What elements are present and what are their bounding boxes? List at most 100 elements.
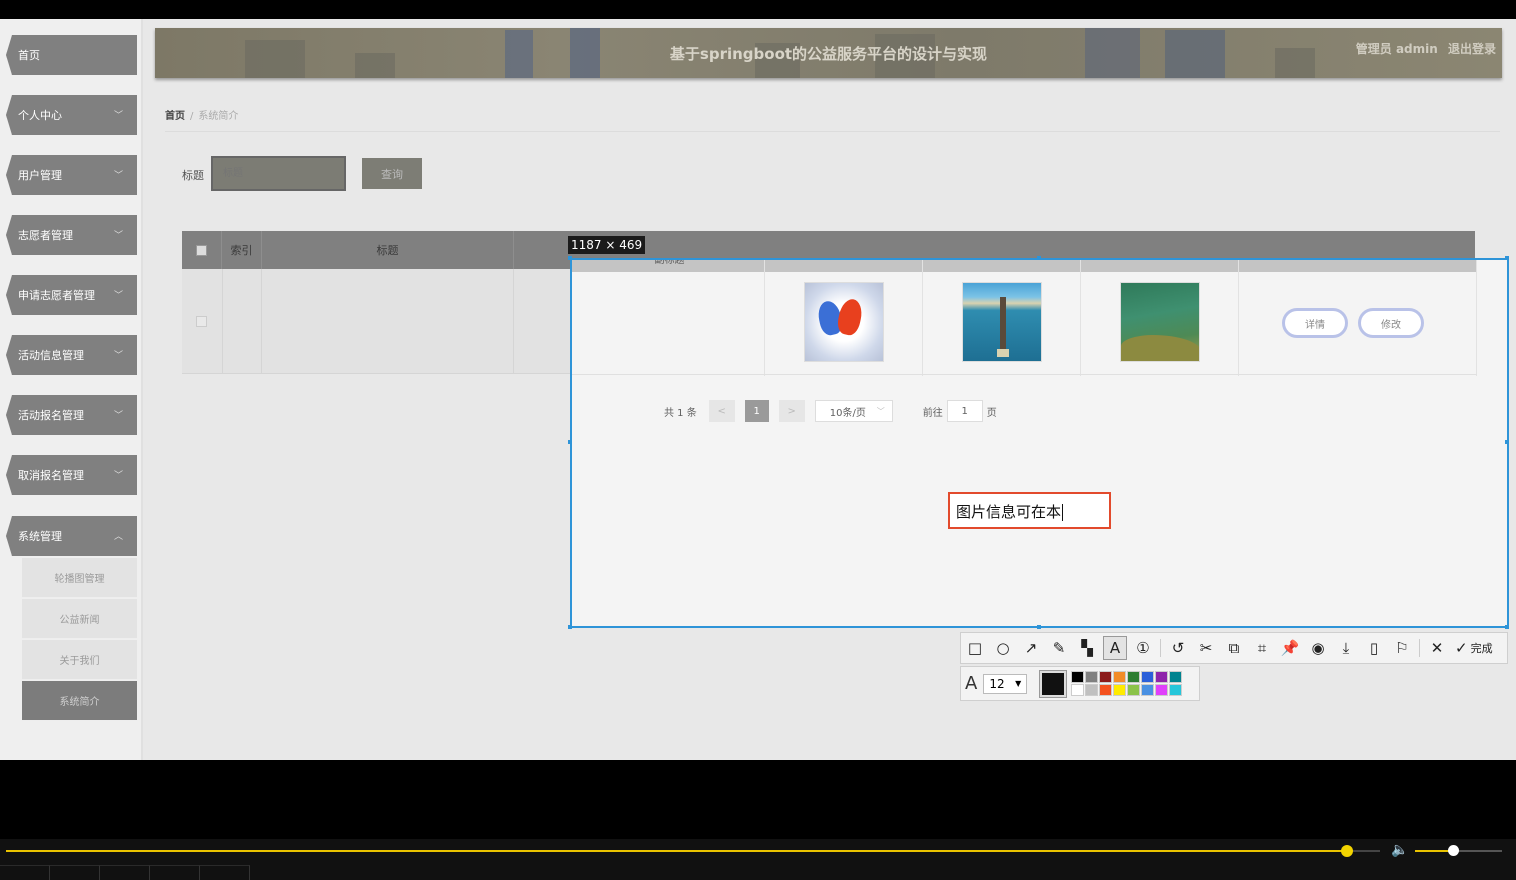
- progress-handle[interactable]: [1341, 845, 1354, 857]
- ellipse-tool-icon[interactable]: ○: [989, 634, 1017, 662]
- goto-page-input[interactable]: 1: [946, 400, 983, 422]
- color-swatch[interactable]: [1155, 684, 1169, 696]
- player-tab[interactable]: [100, 865, 150, 880]
- sidebar-subitem-about[interactable]: 关于我们: [22, 640, 137, 680]
- text-annotation-input[interactable]: 图片信息可在本: [948, 492, 1111, 529]
- page-size-select[interactable]: 10条/页 ﹀: [814, 400, 893, 422]
- color-swatch[interactable]: [1071, 684, 1085, 696]
- color-swatch[interactable]: [1127, 671, 1141, 683]
- resize-handle[interactable]: [1505, 256, 1509, 260]
- color-swatch[interactable]: [1085, 671, 1099, 683]
- resize-handle[interactable]: [568, 440, 572, 444]
- row-checkbox[interactable]: [196, 316, 207, 327]
- color-swatch[interactable]: [1071, 671, 1085, 683]
- mosaic-tool-icon[interactable]: ▚: [1073, 634, 1101, 662]
- player-tab[interactable]: [200, 865, 250, 880]
- color-swatch[interactable]: [1169, 671, 1183, 683]
- pagination: 共 1 条 < 1 > 10条/页 ﹀ 前往 1 页: [664, 400, 997, 422]
- resize-handle[interactable]: [1505, 440, 1509, 444]
- sidebar-item-home[interactable]: 首页: [6, 35, 137, 75]
- volume-icon[interactable]: 🔈: [1391, 842, 1408, 858]
- detail-button[interactable]: 详情: [1282, 308, 1348, 338]
- sidebar-subitem-news[interactable]: 公益新闻: [22, 599, 137, 639]
- color-swatch[interactable]: [1113, 671, 1127, 683]
- search-input[interactable]: [211, 156, 346, 191]
- resize-handle[interactable]: [568, 625, 572, 629]
- sidebar-item-registrations[interactable]: 活动报名管理 ﹀: [6, 395, 137, 435]
- download-icon[interactable]: ⤓: [1332, 634, 1360, 662]
- player-tab[interactable]: [0, 865, 50, 880]
- sidebar-item-label: 个人中心: [18, 109, 62, 122]
- sidebar-item-personal-center[interactable]: 个人中心 ﹀: [6, 95, 137, 135]
- done-button[interactable]: ✓ 完成: [1455, 639, 1493, 657]
- sidebar-item-volunteers[interactable]: 志愿者管理 ﹀: [6, 215, 137, 255]
- pen-tool-icon[interactable]: ✎: [1045, 634, 1073, 662]
- color-swatch[interactable]: [1127, 684, 1141, 696]
- sidebar-item-label: 关于我们: [59, 656, 100, 667]
- current-color-swatch[interactable]: [1039, 669, 1068, 698]
- select-all-checkbox[interactable]: [182, 231, 222, 269]
- player-tab[interactable]: [50, 865, 100, 880]
- edit-button[interactable]: 修改: [1358, 308, 1424, 338]
- page-size-value: 10条/页: [829, 407, 866, 419]
- color-swatch[interactable]: [1141, 684, 1155, 696]
- font-size-select[interactable]: 12 ▼: [983, 673, 1028, 694]
- breadcrumb-home[interactable]: 首页: [165, 111, 185, 122]
- ocr-icon[interactable]: ⌗: [1248, 634, 1276, 662]
- chevron-up-icon: ︿: [113, 532, 123, 542]
- capture-selection[interactable]: 副标题 详情 修改 共 1 条 < 1 > 10条/页 ﹀ 前往 1 页 图片信…: [570, 258, 1509, 628]
- search-button[interactable]: 查询: [362, 158, 422, 189]
- number-tool-icon[interactable]: ①: [1129, 634, 1157, 662]
- image-thumbnail[interactable]: [962, 282, 1042, 362]
- translate-icon[interactable]: ⧉: [1220, 634, 1248, 662]
- color-swatch[interactable]: [1169, 684, 1183, 696]
- column-header: 索引: [222, 231, 262, 269]
- pin-icon[interactable]: 📌: [1276, 634, 1304, 662]
- logout-link[interactable]: 退出登录: [1448, 42, 1496, 56]
- bookmark-icon[interactable]: ⚐: [1388, 634, 1416, 662]
- volume-handle[interactable]: [1448, 845, 1460, 856]
- chevron-down-icon: ﹀: [113, 231, 123, 241]
- annotation-text: 图片信息可在本: [956, 503, 1062, 521]
- close-icon[interactable]: ✕: [1423, 634, 1451, 662]
- text-caret: [1062, 504, 1064, 521]
- sidebar-item-label: 用户管理: [18, 169, 62, 182]
- sidebar-item-cancellations[interactable]: 取消报名管理 ﹀: [6, 455, 137, 495]
- prev-page-button[interactable]: <: [708, 400, 735, 422]
- sidebar-subitem-system-intro[interactable]: 系统简介: [22, 681, 137, 721]
- sidebar-item-users[interactable]: 用户管理 ﹀: [6, 155, 137, 195]
- color-swatch[interactable]: [1141, 671, 1155, 683]
- resize-handle[interactable]: [1037, 256, 1041, 260]
- rectangle-tool-icon[interactable]: □: [961, 634, 989, 662]
- next-page-button[interactable]: >: [778, 400, 805, 422]
- text-style-bar: A 12 ▼: [960, 666, 1200, 701]
- image-thumbnail[interactable]: [1120, 282, 1200, 362]
- progress-bar[interactable]: [6, 845, 1380, 857]
- image-thumbnail[interactable]: [804, 282, 884, 362]
- chevron-down-icon: ﹀: [113, 351, 123, 361]
- color-swatch[interactable]: [1099, 684, 1113, 696]
- resize-handle[interactable]: [1037, 625, 1041, 629]
- sidebar-item-label: 公益新闻: [59, 615, 100, 626]
- chevron-down-icon: ﹀: [876, 406, 885, 416]
- arrow-tool-icon[interactable]: ↗: [1017, 634, 1045, 662]
- sidebar-item-activities[interactable]: 活动信息管理 ﹀: [6, 335, 137, 375]
- color-swatch[interactable]: [1085, 684, 1099, 696]
- sidebar-item-system[interactable]: 系统管理 ︿: [6, 516, 137, 556]
- undo-icon[interactable]: ↺: [1164, 634, 1192, 662]
- volume-slider[interactable]: [1415, 845, 1502, 856]
- sidebar-item-volunteer-applications[interactable]: 申请志愿者管理 ﹀: [6, 275, 137, 315]
- color-swatch[interactable]: [1099, 671, 1113, 683]
- page-number[interactable]: 1: [744, 400, 769, 422]
- player-tab[interactable]: [150, 865, 200, 880]
- resize-handle[interactable]: [568, 256, 572, 260]
- resize-handle[interactable]: [1505, 625, 1509, 629]
- record-icon[interactable]: ◉: [1304, 634, 1332, 662]
- sidebar-item-label: 申请志愿者管理: [18, 289, 95, 302]
- color-swatch[interactable]: [1155, 671, 1169, 683]
- scissors-icon[interactable]: ✂: [1192, 634, 1220, 662]
- sidebar-subitem-carousel[interactable]: 轮播图管理: [22, 558, 137, 598]
- phone-icon[interactable]: ▯: [1360, 634, 1388, 662]
- color-swatch[interactable]: [1113, 684, 1127, 696]
- text-tool-icon[interactable]: A: [1103, 636, 1127, 660]
